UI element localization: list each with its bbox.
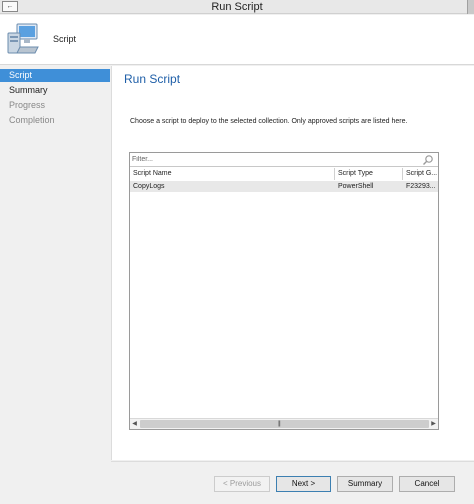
nav-item-summary[interactable]: Summary: [0, 84, 110, 97]
scrollbar-thumb[interactable]: |||: [140, 420, 429, 428]
wizard-header: Script: [0, 15, 474, 65]
instructions-text: Choose a script to deploy to the selecte…: [130, 118, 408, 125]
column-header-script-guid[interactable]: Script G...: [403, 168, 438, 180]
nav-item-progress: Progress: [9, 100, 46, 110]
filter-bar: [130, 153, 438, 167]
search-icon[interactable]: [422, 154, 434, 166]
cancel-button[interactable]: Cancel: [399, 476, 455, 492]
scroll-left-icon[interactable]: ◀: [130, 420, 139, 429]
grip-icon: |||: [278, 421, 281, 427]
run-script-window: ← Run Script Script Script Summary Progr…: [0, 0, 474, 504]
filter-input[interactable]: [132, 154, 417, 165]
scroll-right-icon[interactable]: ▶: [429, 420, 438, 429]
summary-button[interactable]: Summary: [337, 476, 393, 492]
nav-item-completion: Completion: [9, 115, 55, 125]
cell-script-guid: F23293...: [406, 183, 436, 190]
cell-script-type: PowerShell: [338, 183, 374, 190]
next-button[interactable]: Next >: [276, 476, 331, 492]
computer-icon: [7, 23, 39, 54]
table-row[interactable]: CopyLogs PowerShell F23293...: [130, 181, 438, 192]
horizontal-scrollbar[interactable]: ◀ ||| ▶: [130, 418, 438, 429]
cell-script-name: CopyLogs: [133, 183, 165, 190]
wizard-footer: < Previous Next > Summary Cancel: [111, 461, 474, 504]
wizard-content: Run Script Choose a script to deploy to …: [111, 66, 474, 460]
window-title: Run Script: [211, 1, 263, 13]
page-heading: Run Script: [124, 72, 181, 86]
previous-button[interactable]: < Previous: [214, 476, 270, 492]
window-edge: [467, 0, 474, 14]
script-list: Script Name Script Type Script G... Copy…: [129, 152, 439, 430]
title-bar: ← Run Script: [0, 0, 474, 14]
wizard-page-title: Script: [53, 34, 77, 44]
column-header-script-name[interactable]: Script Name: [130, 168, 335, 180]
column-header-script-type[interactable]: Script Type: [335, 168, 403, 180]
nav-item-script[interactable]: Script: [0, 69, 110, 82]
wizard-nav: Script Summary Progress Completion: [0, 66, 110, 504]
